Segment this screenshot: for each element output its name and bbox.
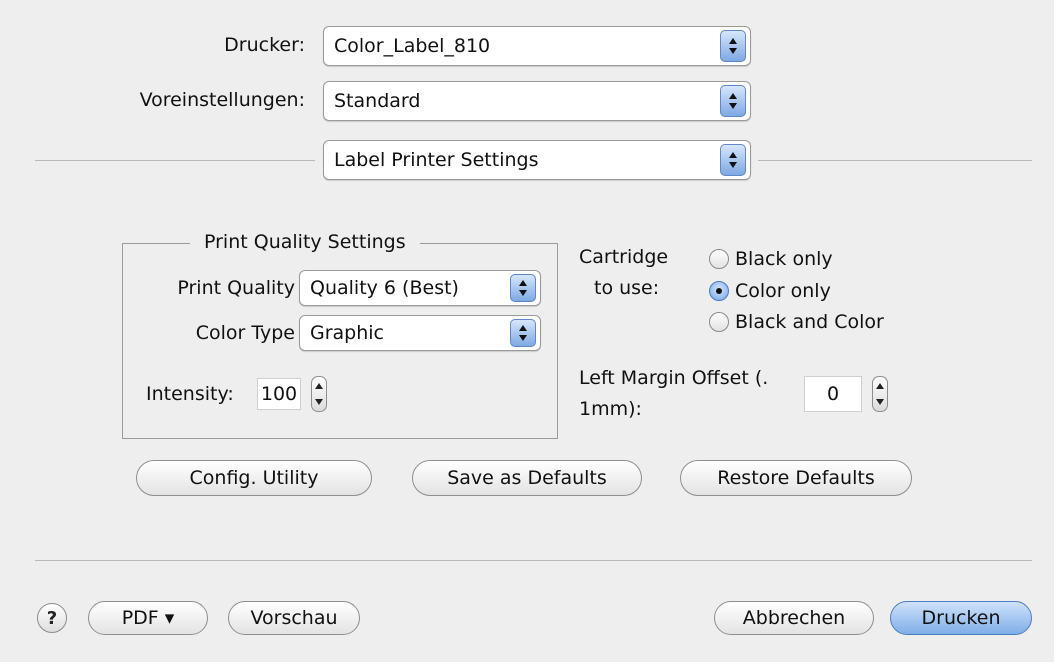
left-margin-field[interactable]: 0 xyxy=(804,376,862,412)
updown-arrows-icon xyxy=(720,30,746,62)
radio-color-only[interactable]: Color only xyxy=(709,280,831,302)
updown-arrows-icon xyxy=(720,144,746,176)
radio-black-only[interactable]: Black only xyxy=(709,248,833,270)
help-button[interactable]: ? xyxy=(37,603,67,633)
preview-button[interactable]: Vorschau xyxy=(228,601,360,635)
presets-select[interactable]: Standard xyxy=(323,81,751,121)
color-type-value: Graphic xyxy=(310,322,385,344)
color-type-select[interactable]: Graphic xyxy=(299,315,541,351)
intensity-field[interactable]: 100 xyxy=(257,378,301,410)
radio-button-selected[interactable] xyxy=(709,281,729,301)
stepper-up-icon xyxy=(315,383,323,389)
save-as-defaults-button[interactable]: Save as Defaults xyxy=(412,460,642,496)
printer-select-value: Color_Label_810 xyxy=(334,35,491,57)
radio-label: Color only xyxy=(735,280,831,302)
radio-button[interactable] xyxy=(709,312,729,332)
cartridge-label-line1: Cartridge xyxy=(579,246,669,268)
cancel-button[interactable]: Abbrechen xyxy=(714,601,874,635)
stepper-down-icon xyxy=(876,399,884,405)
print-button[interactable]: Drucken xyxy=(890,601,1032,635)
print-quality-value: Quality 6 (Best) xyxy=(310,277,459,299)
printer-label: Drucker: xyxy=(224,34,305,56)
updown-arrows-icon xyxy=(510,274,536,302)
stepper-up-icon xyxy=(876,383,884,389)
presets-label: Voreinstellungen: xyxy=(139,89,305,111)
radio-label: Black only xyxy=(735,248,833,270)
radio-black-and-color[interactable]: Black and Color xyxy=(709,311,884,333)
left-margin-label-line2: 1mm): xyxy=(579,398,642,420)
presets-select-value: Standard xyxy=(334,90,421,112)
radio-button[interactable] xyxy=(709,249,729,269)
intensity-stepper[interactable] xyxy=(311,376,327,412)
separator-line-left xyxy=(35,160,315,161)
print-quality-group-title: Print Quality Settings xyxy=(190,231,420,253)
panel-select-value: Label Printer Settings xyxy=(334,149,539,171)
footer-separator xyxy=(35,560,1032,561)
panel-select[interactable]: Label Printer Settings xyxy=(323,140,751,180)
printer-select[interactable]: Color_Label_810 xyxy=(323,26,751,66)
stepper-down-icon xyxy=(315,399,323,405)
config-utility-button[interactable]: Config. Utility xyxy=(136,460,372,496)
pdf-menu-button[interactable]: PDF ▾ xyxy=(88,601,208,635)
updown-arrows-icon xyxy=(720,85,746,117)
restore-defaults-button[interactable]: Restore Defaults xyxy=(680,460,912,496)
radio-label: Black and Color xyxy=(735,311,884,333)
cartridge-label-line2: to use: xyxy=(594,277,660,299)
intensity-label: Intensity: xyxy=(146,383,234,405)
print-quality-label: Print Quality xyxy=(177,277,295,299)
updown-arrows-icon xyxy=(510,319,536,347)
left-margin-label-line1: Left Margin Offset (. xyxy=(579,367,769,389)
separator-line-right xyxy=(758,160,1032,161)
color-type-label: Color Type xyxy=(195,322,295,344)
print-quality-select[interactable]: Quality 6 (Best) xyxy=(299,270,541,306)
left-margin-stepper[interactable] xyxy=(872,376,888,412)
